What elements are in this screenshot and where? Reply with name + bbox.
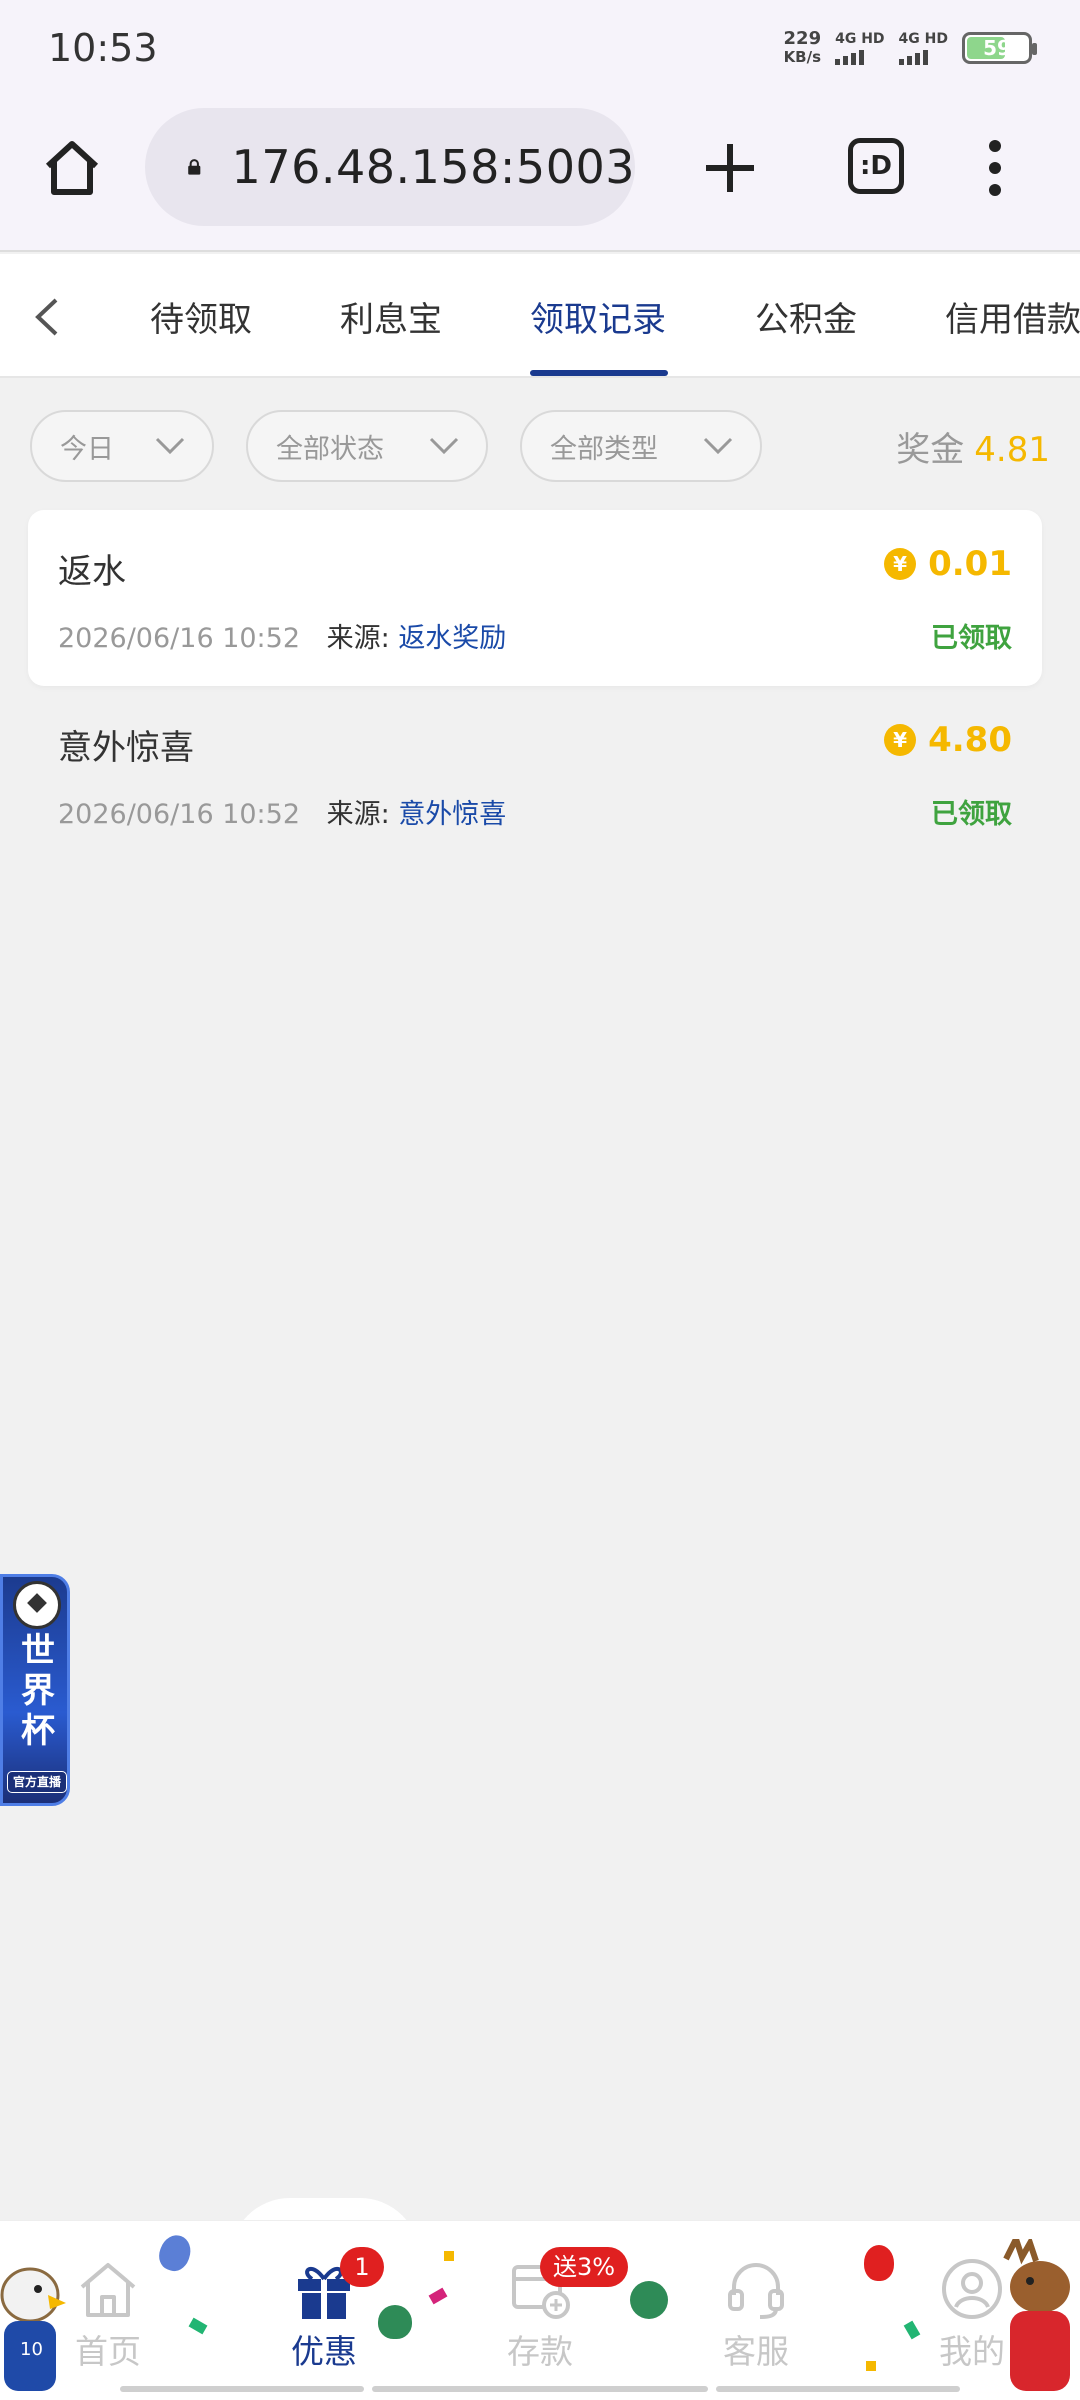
record-item[interactable]: 返水 ¥ 0.01 2026/06/16 10:52 来源: 返水奖励 已领取 (28, 510, 1042, 686)
confetti-icon (188, 2317, 208, 2335)
home-icon (80, 2263, 136, 2317)
tab-claim-records[interactable]: 领取记录 (530, 292, 666, 341)
record-status: 已领取 (931, 623, 1012, 654)
status-icons: 229 KB/s 4G HD 4G HD 59 (783, 28, 1037, 67)
notification-badge: 1 (340, 2247, 384, 2287)
status-bar: 10:53 229 KB/s 4G HD 4G HD 59 (0, 0, 1080, 96)
network-speed: 229 KB/s (783, 28, 822, 67)
address-bar[interactable]: 176.48.158:5003 (145, 108, 635, 226)
record-meta: 2026/06/16 10:52 来源: 返水奖励 (58, 623, 507, 654)
bottom-nav: 10 首页 优惠 1 存款 送3% 客服 我的 (0, 2220, 1080, 2400)
lock-icon (188, 159, 201, 175)
yuan-coin-icon: ¥ (884, 548, 917, 580)
gesture-bar (120, 2386, 960, 2392)
confetti-icon (866, 2361, 876, 2371)
record-amount: ¥ 4.80 (884, 720, 1012, 760)
bonus-total: 奖金 4.81 (896, 430, 1050, 470)
chevron-down-icon (429, 437, 459, 455)
battery-icon: 59 (962, 32, 1037, 64)
status-time: 10:53 (48, 26, 158, 70)
balloon-icon (864, 2245, 894, 2281)
active-tab-indicator (530, 370, 668, 376)
tab-credit-loan[interactable]: 信用借款 (945, 292, 1080, 341)
chevron-down-icon (155, 437, 185, 455)
record-status: 已领取 (931, 799, 1012, 830)
browser-toolbar: 176.48.158:5003 :D (0, 96, 1080, 252)
nav-promotions[interactable]: 优惠 1 (254, 2247, 394, 2373)
tab-pending[interactable]: 待领取 (150, 292, 252, 341)
tab-interest[interactable]: 利息宝 (340, 292, 442, 341)
record-title: 意外惊喜 (58, 728, 194, 768)
moose-mascot-icon (1003, 2239, 1070, 2391)
nav-support[interactable]: 客服 (686, 2257, 826, 2373)
profile-icon (942, 2259, 1002, 2319)
more-menu-icon[interactable] (980, 138, 1010, 198)
chevron-down-icon (703, 437, 733, 455)
headset-icon (728, 2263, 784, 2319)
tab-switcher-button[interactable]: :D (848, 138, 904, 194)
record-amount: ¥ 0.01 (884, 544, 1012, 584)
url-text: 176.48.158:5003 (231, 140, 635, 194)
world-cup-banner[interactable]: 世界杯 官方直播 (0, 1574, 70, 1806)
record-title: 返水 (58, 552, 126, 592)
tab-provident-fund[interactable]: 公积金 (755, 292, 857, 341)
filter-bar: 今日 全部状态 全部类型 奖金 4.81 (0, 408, 1080, 484)
nav-deposit[interactable]: 存款 送3% (470, 2247, 628, 2373)
type-filter-dropdown[interactable]: 全部类型 (520, 410, 762, 482)
live-tag: 官方直播 (7, 1771, 67, 1793)
nav-home[interactable]: 首页 (38, 2257, 178, 2373)
record-item[interactable]: 意外惊喜 ¥ 4.80 2026/06/16 10:52 来源: 意外惊喜 已领… (28, 686, 1042, 862)
balloon-icon (630, 2281, 668, 2319)
back-arrow-icon[interactable] (28, 294, 68, 340)
record-meta: 2026/06/16 10:52 来源: 意外惊喜 (58, 799, 507, 830)
promo-badge: 送3% (540, 2247, 628, 2287)
home-icon[interactable] (40, 136, 104, 200)
category-tabs: 待领取 利息宝 领取记录 公积金 信用借款 (0, 254, 1080, 378)
balloon-icon (378, 2305, 412, 2339)
signal-icon: 4G HD (898, 31, 948, 65)
date-filter-dropdown[interactable]: 今日 (30, 410, 214, 482)
soccer-ball-icon (13, 1581, 61, 1629)
confetti-icon (444, 2251, 454, 2261)
world-cup-title: 世界杯 (21, 1631, 55, 1751)
status-filter-dropdown[interactable]: 全部状态 (246, 410, 488, 482)
yuan-coin-icon: ¥ (884, 724, 917, 756)
signal-icon: 4G HD (835, 31, 885, 65)
confetti-icon (428, 2287, 448, 2305)
new-tab-icon[interactable] (700, 138, 760, 198)
